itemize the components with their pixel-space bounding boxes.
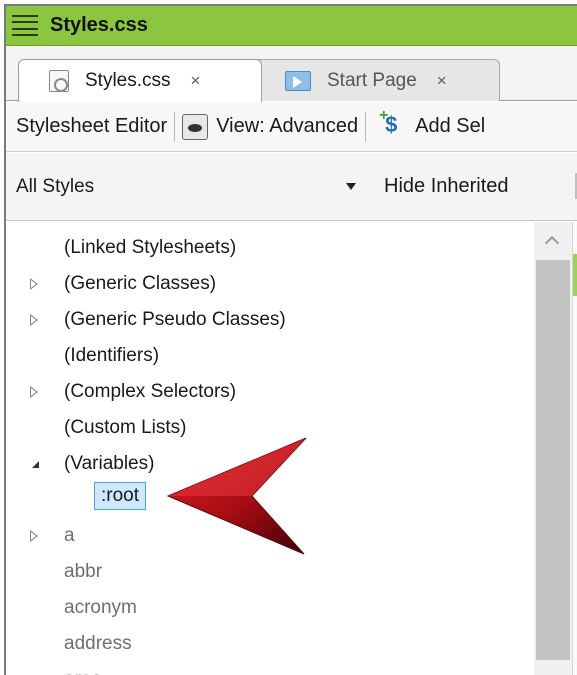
- expand-arrow-icon[interactable]: [30, 530, 40, 542]
- tree-item-label: acronym: [64, 597, 137, 618]
- tree-item-label: (Identifiers): [64, 345, 160, 366]
- pane-header-accent: [573, 254, 577, 296]
- tree-item-label: :root: [94, 482, 147, 510]
- expand-arrow-icon[interactable]: [30, 386, 40, 398]
- styles-filter-dropdown[interactable]: All Styles: [16, 167, 366, 207]
- filter-bar: All Styles Hide Inherited: [6, 153, 577, 221]
- tab-bar: Styles.css × Start Page ×: [6, 47, 577, 102]
- add-selector-button[interactable]: Add Sel: [373, 107, 486, 139]
- toolbar-divider: [174, 111, 176, 142]
- tab-close-icon[interactable]: ×: [437, 71, 447, 91]
- tree-item-label: (Variables): [64, 453, 155, 474]
- app-window: Styles.css Styles.css × Start Page × Sty…: [4, 4, 577, 675]
- dropdown-value: All Styles: [16, 175, 95, 197]
- expand-arrow-icon[interactable]: [30, 278, 40, 290]
- annotation-arrow-icon: [166, 437, 307, 555]
- tree-item-label: area: [64, 669, 102, 675]
- tree-scrollbar[interactable]: [534, 222, 572, 675]
- tab-close-icon[interactable]: ×: [191, 71, 201, 91]
- window-title: Styles.css: [50, 14, 148, 36]
- tree-item-label: address: [64, 633, 132, 654]
- collapse-arrow-icon[interactable]: [32, 461, 39, 468]
- tree-item-label: (Linked Stylesheets): [64, 237, 237, 258]
- toolbar-divider: [365, 111, 367, 142]
- hamburger-icon[interactable]: [12, 14, 38, 37]
- tree-item-label: (Complex Selectors): [64, 381, 237, 402]
- tab-styles-css[interactable]: Styles.css ×: [18, 59, 262, 102]
- dropdown-caret-icon: [346, 182, 356, 190]
- add-selector-label: Add Sel: [415, 115, 486, 137]
- view-mode-label: View: Advanced: [216, 115, 359, 137]
- add-selector-icon: [379, 107, 403, 139]
- tree-item-label: (Generic Classes): [64, 273, 217, 294]
- expand-arrow-icon[interactable]: [30, 314, 40, 326]
- tab-start-page[interactable]: Start Page ×: [250, 59, 500, 101]
- start-page-icon: [285, 70, 311, 91]
- scroll-thumb[interactable]: [536, 260, 570, 660]
- editor-toolbar: Stylesheet Editor View: Advanced Add Sel: [6, 102, 577, 152]
- tree-item-label: a: [64, 525, 75, 546]
- tree-item-label: (Generic Pseudo Classes): [64, 309, 286, 330]
- view-eye-icon: [182, 113, 209, 140]
- properties-pane-edge: [572, 222, 577, 675]
- stylesheet-editor-label: Stylesheet Editor: [16, 115, 168, 137]
- stylesheet-doc-icon: [49, 70, 69, 92]
- scroll-up-icon[interactable]: [544, 235, 560, 251]
- view-mode-button[interactable]: View: Advanced: [182, 113, 359, 140]
- title-bar: Styles.css: [6, 6, 577, 46]
- tab-label: Styles.css: [85, 70, 171, 91]
- tree-item-label: abbr: [64, 561, 103, 582]
- tab-label: Start Page: [327, 69, 417, 91]
- hide-inherited-button[interactable]: Hide Inherited: [384, 175, 509, 198]
